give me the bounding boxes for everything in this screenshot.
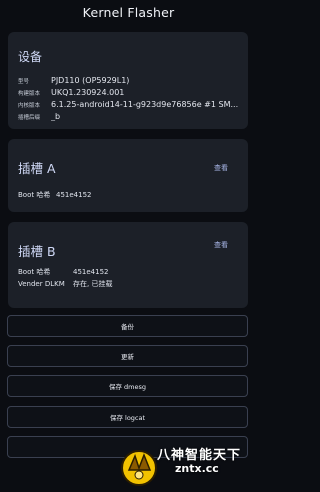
device-card-title: 设备 bbox=[18, 50, 43, 64]
watermark-line2: zntx.cc bbox=[175, 462, 219, 475]
device-card: 设备 型号 PJD110 (OP5929L1) 构建版本 UKQ1.230924… bbox=[8, 32, 248, 129]
slot-b-boot-row: Boot 哈希 451e4152 bbox=[18, 267, 240, 277]
kernel-value: 6.1.25-android14-11-g923d9e76856e #1 SM.… bbox=[51, 100, 239, 109]
info-row-kernel: 内核版本 6.1.25-android14-11-g923d9e76856e #… bbox=[18, 100, 240, 109]
slot-b-card: 插槽 B 查看 Boot 哈希 451e4152 Vender DLKM 存在,… bbox=[8, 222, 248, 308]
slot-b-title: 插槽 B bbox=[18, 244, 56, 259]
slot-b-vendor-dlkm-label: Vender DLKM bbox=[18, 280, 65, 288]
build-label: 构建版本 bbox=[18, 91, 41, 97]
slot-b-vendor-dlkm-row: Vender DLKM 存在, 已挂载 bbox=[18, 279, 240, 289]
watermark: 八神智能天下 zntx.cc bbox=[117, 442, 257, 488]
backup-button[interactable]: 备份 bbox=[7, 315, 248, 337]
slot-a-card: 插槽 A 查看 Boot 哈希 451e4152 bbox=[8, 139, 248, 212]
slot-a-view-button[interactable]: 查看 bbox=[214, 163, 228, 173]
slot-b-view-button[interactable]: 查看 bbox=[214, 240, 228, 250]
slot-b-vendor-dlkm-value: 存在, 已挂载 bbox=[73, 280, 113, 288]
slot-b-boot-label: Boot 哈希 bbox=[18, 268, 51, 276]
build-value: UKQ1.230924.001 bbox=[51, 88, 125, 97]
model-label: 型号 bbox=[18, 79, 30, 85]
kernel-label: 内核版本 bbox=[18, 103, 41, 109]
model-value: PJD110 (OP5929L1) bbox=[51, 76, 130, 85]
slot-suffix-label: 插槽后缀 bbox=[18, 115, 41, 121]
slot-suffix-value: _b bbox=[51, 112, 61, 121]
save-dmesg-button[interactable]: 保存 dmesg bbox=[7, 375, 248, 397]
watermark-line1: 八神智能天下 bbox=[157, 448, 242, 463]
info-row-build: 构建版本 UKQ1.230924.001 bbox=[18, 88, 240, 97]
info-row-slot-suffix: 插槽后缀 _b bbox=[18, 112, 240, 121]
slot-a-boot-row: Boot 哈希 451e4152 bbox=[18, 190, 240, 200]
app-title: Kernel Flasher bbox=[82, 5, 175, 20]
save-logcat-button[interactable]: 保存 logcat bbox=[7, 406, 248, 428]
update-button[interactable]: 更新 bbox=[7, 345, 248, 367]
info-row-model: 型号 PJD110 (OP5929L1) bbox=[18, 76, 240, 85]
slot-b-boot-value: 451e4152 bbox=[73, 268, 109, 276]
slot-a-boot-value: 451e4152 bbox=[56, 191, 92, 199]
slot-a-title: 插槽 A bbox=[18, 161, 56, 176]
slot-a-boot-label: Boot 哈希 bbox=[18, 191, 51, 199]
